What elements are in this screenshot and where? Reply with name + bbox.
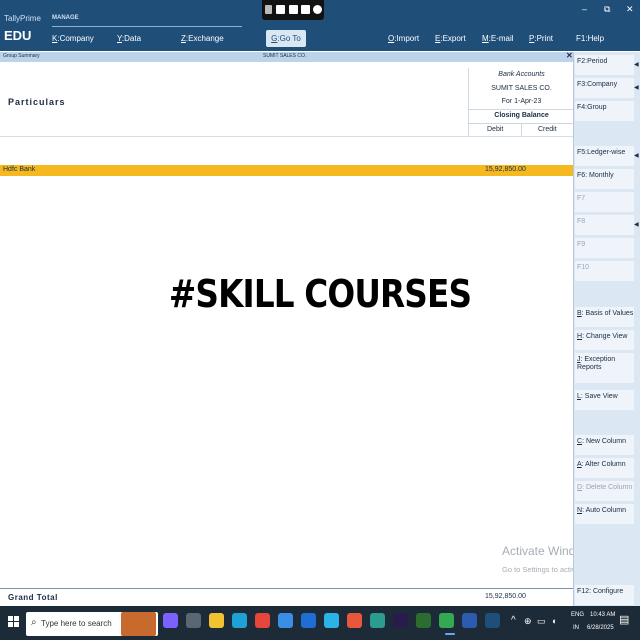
microphone-icon[interactable] [301, 5, 310, 14]
tally-icon[interactable] [485, 613, 500, 628]
particulars-header: Particulars [8, 97, 66, 107]
ledger-wise-button[interactable]: F5:Ledger-wise [575, 146, 634, 166]
menu-import[interactable]: O:Import [388, 34, 419, 43]
windows-start-icon[interactable] [8, 616, 20, 628]
chrome-2-icon[interactable] [439, 613, 454, 628]
column-divider [469, 109, 573, 110]
alter-column-button[interactable]: A: Alter Column [575, 458, 634, 478]
battery-icon[interactable]: ▭ [537, 616, 546, 627]
photos-icon[interactable] [324, 613, 339, 628]
chevron-left-icon: ◀ [634, 85, 639, 91]
outlook-icon[interactable] [301, 613, 316, 628]
camera-icon[interactable] [276, 5, 285, 14]
report-company-title: SUMIT SALES CO. [263, 53, 307, 59]
column-company: SUMIT SALES CO. [491, 85, 552, 92]
capture-grip-icon[interactable] [265, 5, 272, 14]
office-icon[interactable] [347, 613, 362, 628]
header-divider [0, 136, 573, 137]
basis-of-values-button[interactable]: B: Basis of Values [575, 307, 634, 327]
f9-button[interactable]: F9 [575, 238, 634, 258]
menu-company[interactable]: K:Company [52, 34, 94, 43]
language-region[interactable]: IN [573, 625, 579, 631]
copilot-icon[interactable] [163, 613, 178, 628]
change-view-button[interactable]: H: Change View [575, 330, 634, 350]
column-group-title: Bank Accounts [498, 71, 545, 78]
grand-total-label: Grand Total [8, 593, 58, 602]
file-explorer-icon[interactable] [209, 613, 224, 628]
brand-name: TallyPrime [4, 14, 41, 23]
menu-help[interactable]: F1:Help [576, 34, 604, 43]
manage-divider [52, 26, 242, 27]
clock-time[interactable]: 10:43 AM [590, 612, 615, 618]
chevron-up-icon[interactable]: ^ [511, 615, 516, 626]
column-divider [521, 123, 522, 136]
chrome-icon[interactable] [255, 613, 270, 628]
xbox-icon[interactable] [416, 613, 431, 628]
grand-total-divider [0, 588, 573, 589]
debit-header: Debit [487, 126, 504, 133]
search-placeholder[interactable]: Type here to search [41, 619, 112, 628]
restore-icon[interactable]: ⧉ [604, 4, 610, 15]
edition-label: EDU [4, 28, 32, 43]
save-view-button[interactable]: L: Save View [575, 390, 634, 410]
notification-icon[interactable]: ▤ [619, 613, 629, 626]
exception-reports-button[interactable]: J: Exception Reports [575, 353, 634, 383]
language-indicator[interactable]: ENG [571, 612, 584, 618]
search-highlight-image[interactable] [121, 612, 156, 636]
chevron-left-icon: ◀ [634, 153, 639, 159]
manage-label[interactable]: MANAGE [52, 15, 79, 21]
delete-column-button[interactable]: D: Delete Column [575, 481, 634, 501]
company-button[interactable]: F3:Company [575, 78, 634, 98]
settings-gear-icon[interactable] [313, 5, 322, 14]
go-to-button[interactable]: G:Go To [266, 30, 306, 47]
f10-button[interactable]: F10 [575, 261, 634, 281]
row-debit-amount: 15,92,850.00 [485, 166, 526, 173]
edge-icon[interactable] [232, 613, 247, 628]
premiere-icon[interactable] [393, 613, 408, 628]
credit-header: Credit [538, 126, 557, 133]
row-ledger-name[interactable]: Hdfc Bank [3, 166, 35, 173]
media-player-icon[interactable] [370, 613, 385, 628]
group-button[interactable]: F4:Group [575, 101, 634, 121]
f8-button[interactable]: F8 [575, 215, 634, 235]
menu-export[interactable]: E:Export [435, 34, 466, 43]
task-view-icon[interactable] [186, 613, 201, 628]
menu-email[interactable]: M:E-mail [482, 34, 514, 43]
window-close-icon[interactable]: ✕ [626, 4, 634, 15]
search-icon: ⌕ [31, 617, 37, 628]
chevron-left-icon: ◀ [634, 222, 639, 228]
grand-total-amount: 15,92,850.00 [485, 593, 526, 600]
new-column-button[interactable]: C: New Column [575, 435, 634, 455]
network-globe-icon[interactable]: ⊕ [524, 616, 532, 627]
word-icon[interactable] [462, 613, 477, 628]
menu-print[interactable]: P:Print [529, 34, 553, 43]
clock-date[interactable]: 6/28/2025 [587, 625, 614, 631]
f7-button[interactable]: F7 [575, 192, 634, 212]
minimize-icon[interactable]: – [582, 4, 587, 14]
watermark-overlay-text: #SKILL COURSES [168, 272, 472, 316]
closing-balance-header: Closing Balance [494, 112, 549, 119]
menu-exchange[interactable]: Z:Exchange [181, 34, 224, 43]
video-icon[interactable] [289, 5, 298, 14]
speaker-icon[interactable]: ◖ [551, 616, 556, 626]
auto-column-button[interactable]: N: Auto Column [575, 504, 634, 524]
report-close-icon[interactable]: ✕ [566, 51, 573, 60]
menu-data[interactable]: Y:Data [117, 34, 141, 43]
active-app-indicator [445, 633, 455, 635]
report-name: Group Summary [3, 53, 40, 59]
column-period: For 1-Apr-23 [501, 98, 542, 105]
monthly-button[interactable]: F6: Monthly [575, 169, 634, 189]
chevron-left-icon: ◀ [634, 62, 639, 68]
configure-button[interactable]: F12: Configure [575, 585, 634, 605]
period-button[interactable]: F2:Period [575, 55, 634, 75]
store-icon[interactable] [278, 613, 293, 628]
